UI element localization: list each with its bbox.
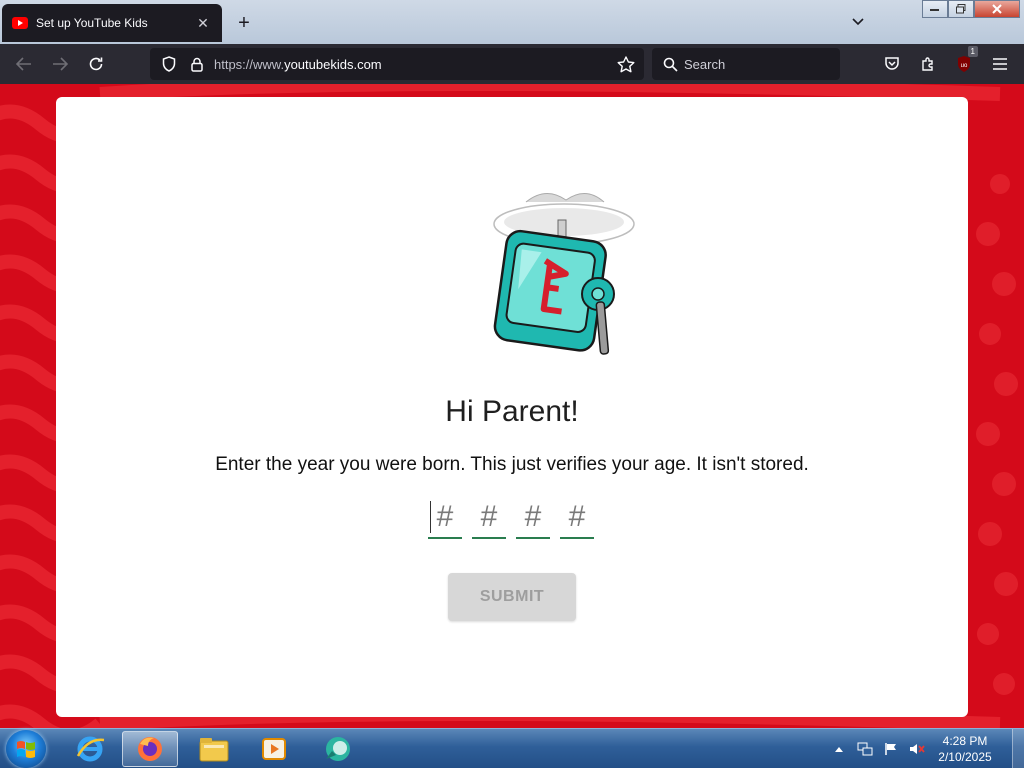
youtube-kids-key-robot-illustration bbox=[493, 193, 635, 355]
new-tab-button[interactable]: + bbox=[232, 11, 256, 35]
app-menu-hamburger-icon[interactable] bbox=[988, 52, 1012, 76]
start-button-windows-icon[interactable] bbox=[6, 730, 46, 768]
tab-youtube-kids[interactable]: Set up YouTube Kids ✕ bbox=[2, 4, 222, 42]
svg-text:uo: uo bbox=[961, 63, 968, 69]
action-center-flag-icon[interactable] bbox=[882, 740, 900, 758]
url-prefix: https://www. bbox=[214, 56, 285, 72]
browser-tab-strip: Set up YouTube Kids ✕ + bbox=[0, 0, 1024, 44]
back-arrow-icon[interactable] bbox=[12, 52, 36, 76]
tab-close-icon[interactable]: ✕ bbox=[194, 14, 212, 32]
pocket-icon[interactable] bbox=[880, 52, 904, 76]
list-all-tabs-chevron-icon[interactable] bbox=[848, 12, 868, 32]
volume-muted-icon[interactable] bbox=[908, 740, 926, 758]
toolbar-actions: uo 1 bbox=[880, 46, 1012, 76]
page-viewport: Hi Parent! Enter the year you were born.… bbox=[0, 84, 1024, 728]
birth-year-digit-4[interactable]: # bbox=[560, 497, 594, 539]
minimize-button[interactable] bbox=[922, 0, 948, 18]
close-window-button[interactable] bbox=[974, 0, 1020, 18]
age-instruction-text: Enter the year you were born. This just … bbox=[215, 454, 809, 475]
network-icon[interactable] bbox=[856, 740, 874, 758]
age-gate-card: Hi Parent! Enter the year you were born.… bbox=[56, 97, 968, 717]
search-placeholder: Search bbox=[684, 56, 726, 72]
page-heading: Hi Parent! bbox=[445, 395, 579, 428]
internet-explorer-icon[interactable] bbox=[62, 731, 118, 767]
address-bar[interactable]: https://www.youtubekids.com bbox=[150, 48, 644, 80]
app-icon[interactable] bbox=[310, 731, 366, 767]
firefox-icon[interactable] bbox=[122, 731, 178, 767]
system-tray: 4:28 PM 2/10/2025 bbox=[826, 729, 1024, 768]
extension-badge-count: 1 bbox=[967, 46, 978, 57]
reload-icon[interactable] bbox=[84, 52, 108, 76]
media-player-icon[interactable] bbox=[246, 731, 302, 767]
tracking-protection-shield-icon[interactable] bbox=[158, 53, 180, 75]
show-hidden-icons-arrow-icon[interactable] bbox=[830, 740, 848, 758]
windows-taskbar: 4:28 PM 2/10/2025 bbox=[0, 728, 1024, 768]
url-domain: youtubekids.com bbox=[284, 56, 382, 72]
birth-year-digit-3[interactable]: # bbox=[516, 497, 550, 539]
birth-year-input-group: # # # # bbox=[428, 497, 594, 539]
submit-button[interactable]: SUBMIT bbox=[448, 573, 576, 621]
bookmark-star-icon[interactable] bbox=[614, 52, 638, 76]
lock-icon[interactable] bbox=[186, 53, 208, 75]
forward-arrow-icon[interactable] bbox=[48, 52, 72, 76]
ublock-extension-icon[interactable]: uo 1 bbox=[952, 46, 978, 76]
birth-year-digit-2[interactable]: # bbox=[472, 497, 506, 539]
search-icon bbox=[660, 54, 680, 74]
search-bar[interactable]: Search bbox=[652, 48, 840, 80]
birth-year-digit-1[interactable]: # bbox=[428, 497, 462, 539]
url-text[interactable]: https://www.youtubekids.com bbox=[214, 57, 614, 72]
restore-button[interactable] bbox=[948, 0, 974, 18]
show-desktop-button[interactable] bbox=[1012, 729, 1024, 768]
file-explorer-icon[interactable] bbox=[186, 731, 242, 767]
clock-date: 2/10/2025 bbox=[938, 750, 992, 764]
navigation-toolbar: https://www.youtubekids.com Search uo 1 bbox=[0, 44, 1024, 84]
system-clock[interactable]: 4:28 PM 2/10/2025 bbox=[930, 733, 1000, 765]
tab-title: Set up YouTube Kids bbox=[36, 16, 148, 30]
extensions-puzzle-icon[interactable] bbox=[916, 52, 940, 76]
window-controls bbox=[922, 0, 1020, 18]
clock-time: 4:28 PM bbox=[942, 734, 988, 748]
youtube-favicon-icon bbox=[12, 17, 28, 29]
